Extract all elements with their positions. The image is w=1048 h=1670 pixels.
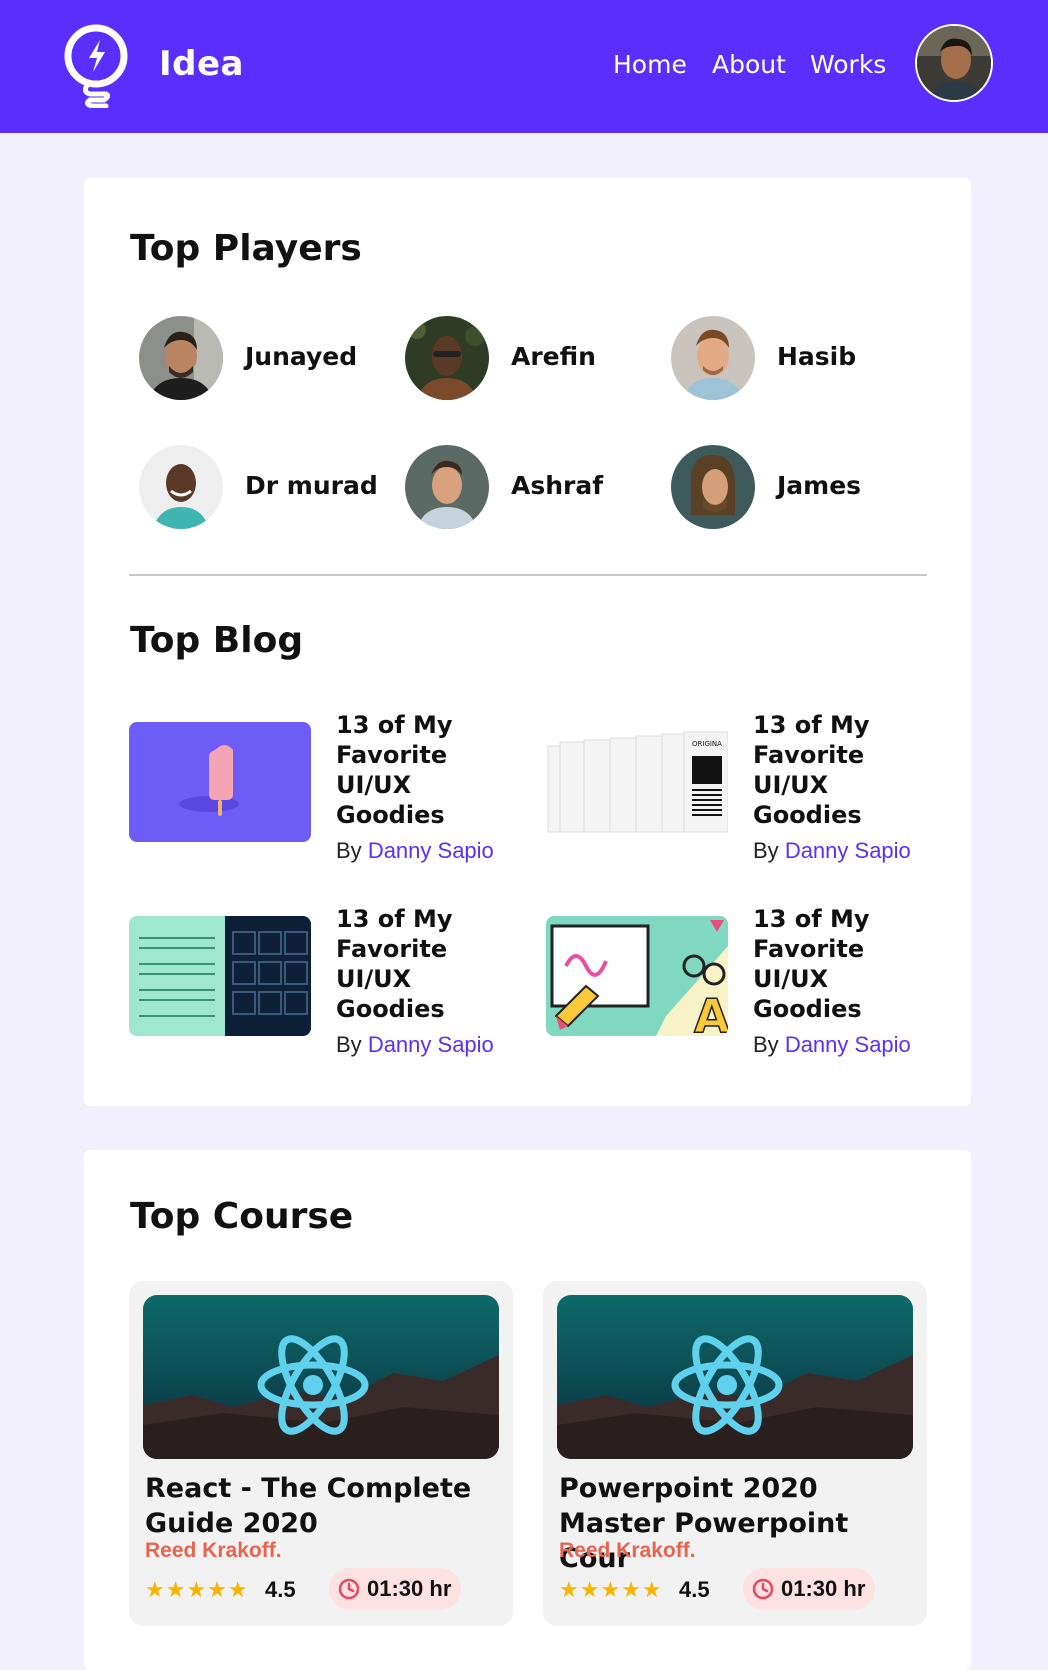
duration-text: 01:30 hr (781, 1576, 866, 1601)
nav-works[interactable]: Works (810, 50, 886, 79)
player-name: Hasib (777, 342, 857, 371)
blog-byline: By Danny Sapio (753, 838, 911, 863)
player-card[interactable]: James (671, 445, 921, 531)
player-name: Arefin (511, 342, 596, 371)
course-title[interactable]: React - The Complete Guide 2020 (145, 1471, 495, 1541)
player-avatar (139, 445, 223, 529)
blog-author-link[interactable]: Danny Sapio (368, 1032, 494, 1057)
player-card[interactable]: Ashraf (405, 445, 655, 531)
blog-card[interactable]: 13 of My Favorite UI/UX Goodies By Danny… (129, 710, 499, 880)
course-teacher[interactable]: Reed Krakoff. (145, 1539, 282, 1563)
duration-badge: 01:30 hr (743, 1568, 876, 1610)
star-rating-icon: ★★★★★ (145, 1577, 249, 1602)
player-avatar (139, 316, 223, 400)
blog-title[interactable]: 13 of My Favorite UI/UX Goodies (336, 710, 496, 830)
blog-byline: By Danny Sapio (336, 1032, 494, 1057)
nav-home[interactable]: Home (613, 50, 687, 79)
nav-about[interactable]: About (712, 50, 786, 79)
top-header: Idea Home About Works (0, 0, 1048, 133)
blog-thumbnail (129, 722, 311, 842)
player-card[interactable]: Hasib (671, 316, 921, 402)
player-name: Ashraf (511, 471, 604, 500)
blog-card[interactable]: 13 of My Favorite UI/UX Goodies By Danny… (129, 904, 499, 1074)
clock-icon (338, 1578, 360, 1600)
rating-value: 4.5 (679, 1577, 710, 1602)
blog-title[interactable]: 13 of My Favorite UI/UX Goodies (753, 904, 913, 1024)
duration-badge: 01:30 hr (329, 1568, 462, 1610)
blog-card[interactable]: A 13 of My Favorite UI/UX Goodies By Dan… (546, 904, 916, 1074)
blog-byline: By Danny Sapio (753, 1032, 911, 1057)
top-course-heading: Top Course (130, 1196, 354, 1237)
blog-card[interactable]: ORIGINA 13 of My Favorite UI/UX Goodies … (546, 710, 916, 880)
user-avatar[interactable] (915, 24, 993, 102)
blog-author-link[interactable]: Danny Sapio (785, 838, 911, 863)
course-card[interactable]: React - The Complete Guide 2020 Reed Kra… (129, 1281, 513, 1626)
blog-title[interactable]: 13 of My Favorite UI/UX Goodies (336, 904, 496, 1024)
course-card[interactable]: Powerpoint 2020 Master Powerpoint Cour R… (543, 1281, 927, 1626)
course-image (143, 1295, 499, 1459)
brand-name[interactable]: Idea (159, 44, 244, 84)
top-blog-heading: Top Blog (130, 620, 304, 661)
star-rating-icon: ★★★★★ (559, 1577, 663, 1602)
player-avatar (405, 445, 489, 529)
courses-panel: Top Course React - The Complete Guide 20… (84, 1150, 971, 1670)
player-card[interactable]: Arefin (405, 316, 655, 402)
blog-title[interactable]: 13 of My Favorite UI/UX Goodies (753, 710, 913, 830)
section-divider (129, 574, 927, 576)
duration-text: 01:30 hr (367, 1576, 452, 1601)
players-and-blog-panel: Top Players Junayed Arefin Hasib Dr mura… (84, 178, 971, 1106)
svg-text:ORIGINA: ORIGINA (692, 740, 722, 748)
player-avatar (671, 445, 755, 529)
player-name: Dr murad (245, 471, 378, 500)
rating-value: 4.5 (265, 1577, 296, 1602)
player-card[interactable]: Junayed (139, 316, 389, 402)
lightbulb-icon[interactable] (60, 22, 132, 108)
blog-thumbnail (129, 916, 311, 1036)
top-players-heading: Top Players (130, 228, 362, 269)
blog-thumbnail: A (546, 916, 728, 1036)
clock-icon (752, 1578, 774, 1600)
course-teacher[interactable]: Reed Krakoff. (559, 1539, 696, 1563)
blog-byline: By Danny Sapio (336, 838, 494, 863)
player-avatar (405, 316, 489, 400)
player-avatar (671, 316, 755, 400)
course-image (557, 1295, 913, 1459)
svg-text:A: A (694, 989, 728, 1036)
blog-thumbnail: ORIGINA (546, 722, 728, 842)
player-name: James (777, 471, 862, 500)
blog-author-link[interactable]: Danny Sapio (785, 1032, 911, 1057)
blog-author-link[interactable]: Danny Sapio (368, 838, 494, 863)
player-card[interactable]: Dr murad (139, 445, 389, 531)
player-name: Junayed (245, 342, 358, 371)
